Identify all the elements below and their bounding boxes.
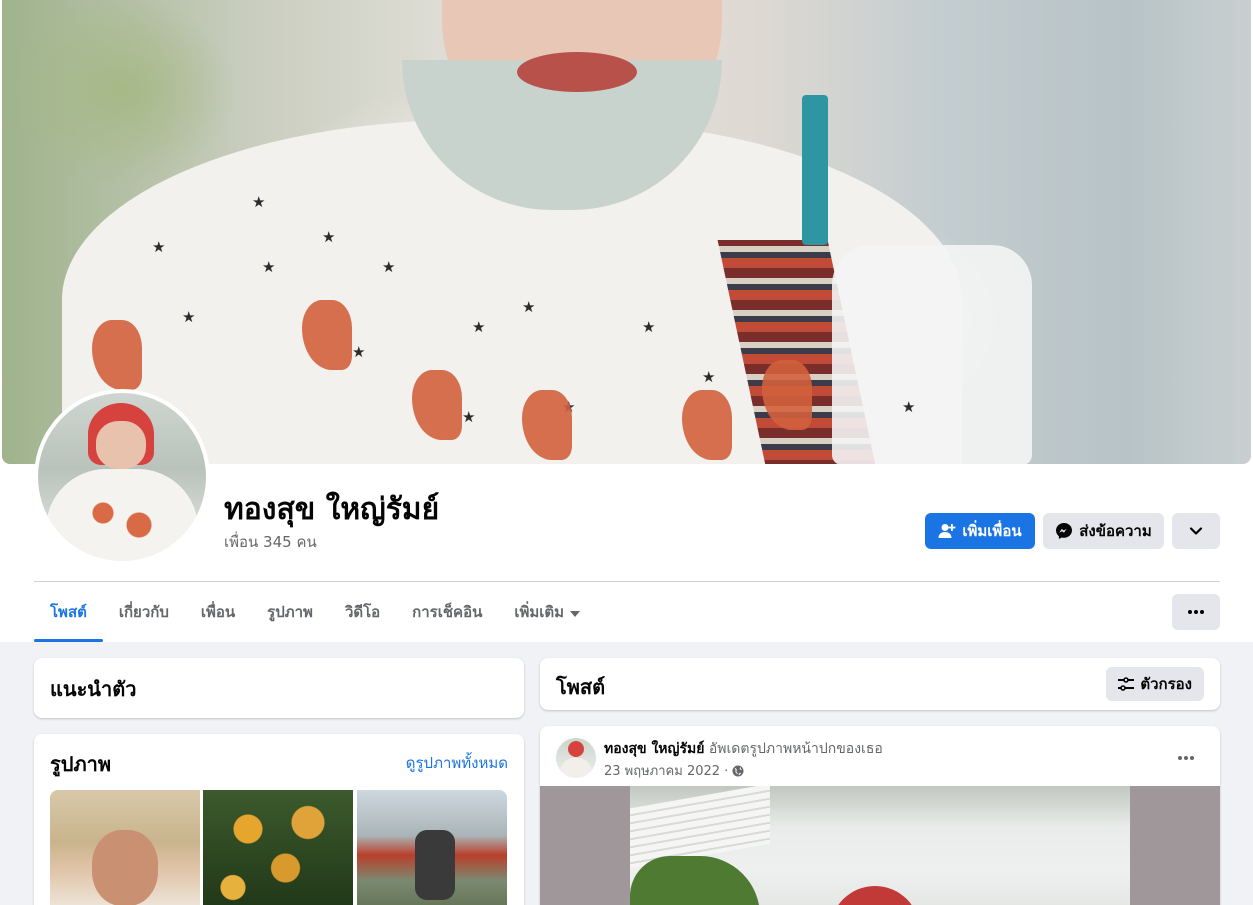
ellipsis-icon (1178, 756, 1194, 760)
posts-header-card: โพสต์ ตัวกรอง (540, 658, 1220, 710)
photos-title: รูปภาพ (50, 752, 112, 776)
tab-more[interactable]: เพิ่มเติม (498, 582, 596, 642)
messenger-icon (1055, 522, 1073, 540)
profile-header: ★ ★ ★ ★ ★ ★ ★ ★ ★ ★ ★ ★ ★ ★ ทองสุข ใหญ่ร… (0, 0, 1253, 642)
photo-thumbnail[interactable] (357, 790, 507, 905)
filter-button[interactable]: ตัวกรอง (1106, 667, 1204, 701)
post-header: ทองสุข ใหญ่รัมย์ อัพเดตรูปภาพหน้าปกของเธ… (604, 738, 883, 760)
more-options-button[interactable] (1172, 513, 1220, 549)
filter-label: ตัวกรอง (1140, 675, 1192, 693)
add-friend-label: เพิ่มเพื่อน (962, 522, 1022, 540)
ellipsis-icon (1188, 610, 1204, 614)
post-date[interactable]: 23 พฤษภาคม 2022 · (604, 760, 728, 781)
add-friend-button[interactable]: เพิ่มเพื่อน (925, 513, 1035, 549)
friends-count[interactable]: เพื่อน 345 คน (224, 530, 317, 554)
tab-about[interactable]: เกี่ยวกับ (103, 582, 185, 642)
post-card: ทองสุข ใหญ่รัมย์ อัพเดตรูปภาพหน้าปกของเธ… (540, 726, 1220, 905)
photo-thumbnail[interactable] (203, 790, 353, 905)
sliders-icon (1118, 677, 1135, 691)
tab-friends[interactable]: เพื่อน (185, 582, 251, 642)
photos-card: รูปภาพ ดูรูปภาพทั้งหมด (34, 734, 524, 905)
profile-name: ทองสุข ใหญ่รัมย์ (224, 492, 440, 527)
post-meta: 23 พฤษภาคม 2022 · (604, 760, 744, 781)
person-plus-icon (938, 523, 956, 539)
post-author[interactable]: ทองสุข ใหญ่รัมย์ (604, 741, 704, 757)
post-author-avatar[interactable] (556, 738, 596, 778)
caret-down-icon (570, 603, 581, 621)
post-action-text: อัพเดตรูปภาพหน้าปกของเธอ (708, 741, 883, 757)
tab-checkins[interactable]: การเช็คอิน (396, 582, 498, 642)
see-all-photos-link[interactable]: ดูรูปภาพทั้งหมด (406, 751, 508, 775)
profile-avatar[interactable] (34, 389, 210, 565)
posts-title: โพสต์ (556, 675, 606, 699)
intro-card: แนะนำตัว (34, 658, 524, 718)
post-image[interactable] (540, 786, 1220, 905)
globe-icon (732, 765, 744, 777)
tab-posts[interactable]: โพสต์ (34, 582, 103, 642)
photo-thumbnail[interactable] (50, 790, 200, 905)
cover-photo[interactable]: ★ ★ ★ ★ ★ ★ ★ ★ ★ ★ ★ ★ ★ ★ (2, 0, 1251, 464)
tab-more-options-button[interactable] (1172, 594, 1220, 630)
tab-photos[interactable]: รูปภาพ (251, 582, 329, 642)
tab-videos[interactable]: วิดีโอ (329, 582, 396, 642)
post-options-button[interactable] (1168, 740, 1204, 776)
profile-tabs: โพสต์ เกี่ยวกับ เพื่อน รูปภาพ วิดีโอ การ… (34, 582, 596, 642)
message-button[interactable]: ส่งข้อความ (1043, 513, 1164, 549)
chevron-down-icon (1189, 526, 1203, 536)
intro-title: แนะนำตัว (50, 677, 137, 701)
message-label: ส่งข้อความ (1079, 522, 1152, 540)
